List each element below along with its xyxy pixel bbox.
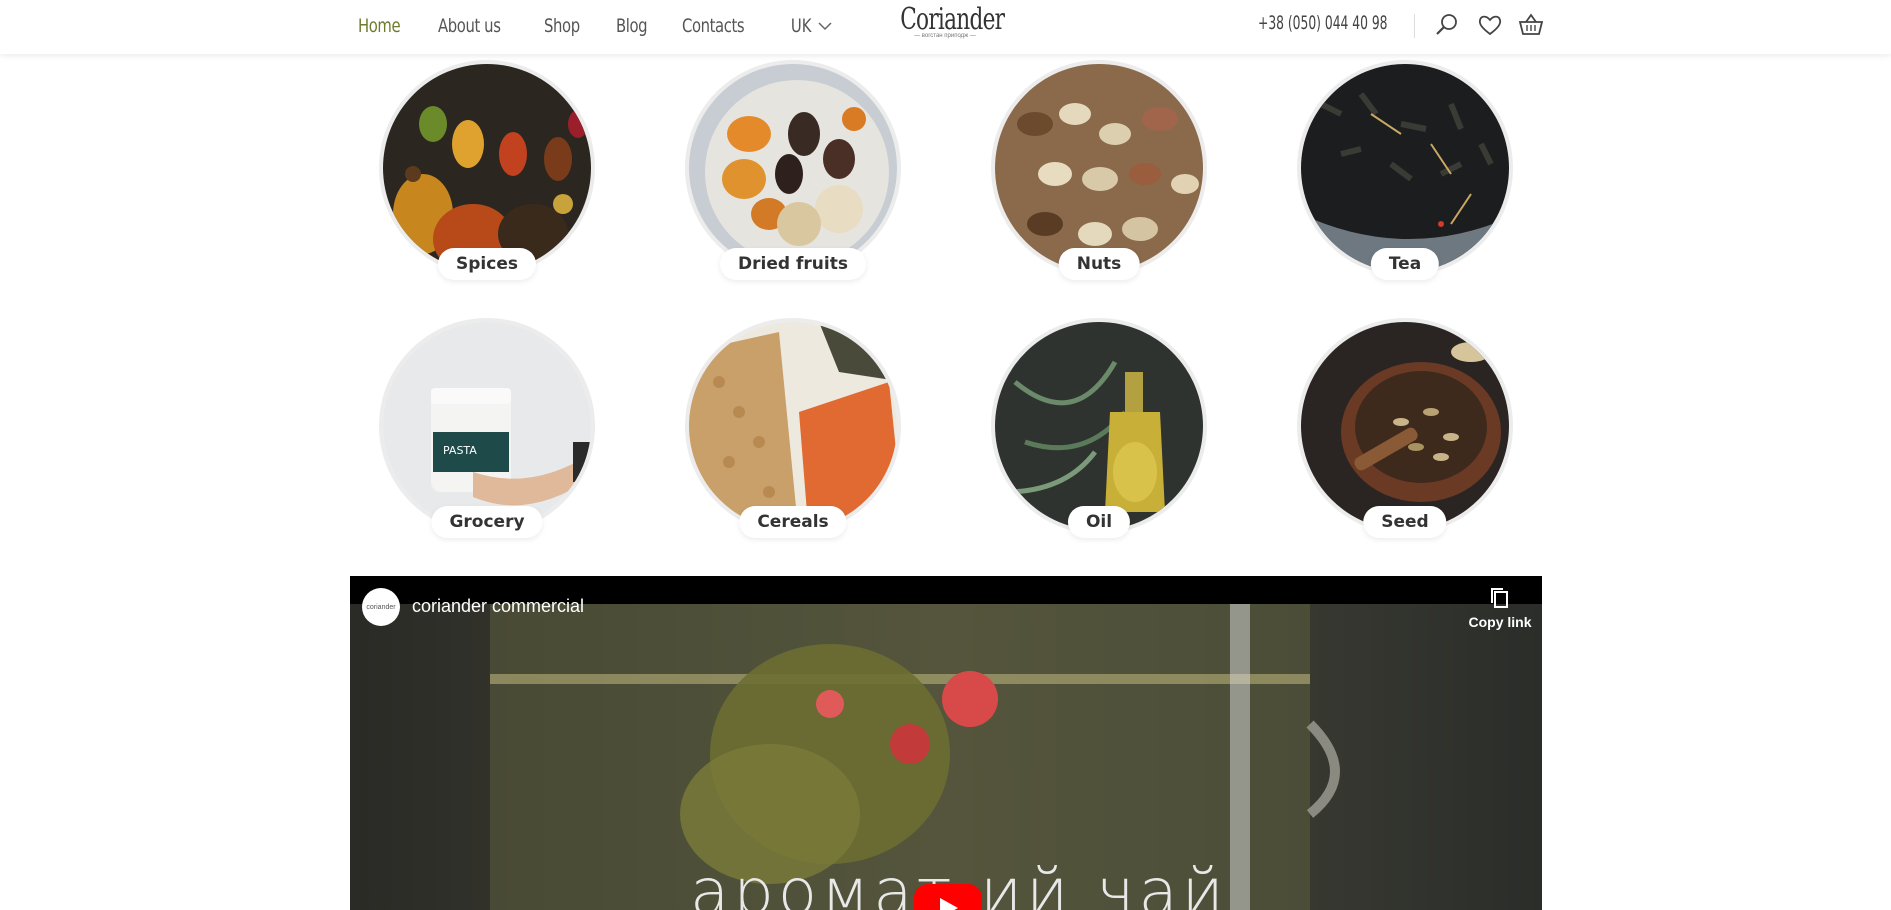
logo-name: Coriander (900, 2, 1005, 37)
play-button[interactable] (914, 884, 982, 910)
nav-home-link[interactable]: Home (358, 15, 401, 37)
category-seed[interactable]: Seed (1297, 318, 1513, 538)
category-oil[interactable]: Oil (991, 318, 1207, 538)
category-label: Seed (1363, 506, 1447, 538)
header-divider (1414, 14, 1415, 38)
channel-avatar[interactable]: coriander (362, 588, 400, 626)
grocery-image: PASTA (379, 318, 595, 534)
cereals-image (685, 318, 901, 534)
chevron-down-icon (818, 22, 832, 31)
tea-image (1297, 60, 1513, 276)
play-icon (940, 898, 958, 910)
search-icon[interactable] (1434, 12, 1460, 38)
video-title[interactable]: coriander commercial (412, 596, 584, 617)
category-cereals[interactable]: Cereals (685, 318, 901, 538)
category-label: Grocery (431, 506, 543, 538)
category-tea[interactable]: Tea (1297, 60, 1513, 280)
nuts-image (991, 60, 1207, 276)
category-label: Dried fruits (720, 248, 866, 280)
site-logo[interactable]: Coriander — вогстан приподж — (880, 2, 1010, 39)
category-spices[interactable]: Spices (379, 60, 595, 280)
seed-image (1297, 318, 1513, 534)
nav-contacts-link[interactable]: Contacts (682, 15, 745, 37)
category-dried-fruits[interactable]: Dried fruits (685, 60, 901, 280)
category-label: Tea (1370, 248, 1440, 280)
category-grocery[interactable]: PASTA Grocery (379, 318, 595, 538)
oil-image (991, 318, 1207, 534)
copy-icon (1491, 588, 1508, 608)
basket-icon[interactable] (1518, 12, 1544, 38)
heart-icon[interactable] (1477, 12, 1503, 38)
nav-shop-link[interactable]: Shop (544, 15, 580, 37)
site-header: Home About us Shop Blog Contacts UK Cori… (0, 0, 1891, 54)
main-nav: Home About us Shop Blog Contacts UK (358, 8, 832, 44)
language-label: UK (790, 15, 812, 37)
dried-fruits-image (685, 60, 901, 276)
category-label: Spices (438, 248, 536, 280)
nav-about-link[interactable]: About us (438, 15, 501, 37)
svg-text:PASTA: PASTA (443, 444, 477, 457)
category-nuts[interactable]: Nuts (991, 60, 1207, 280)
copy-link-label: Copy link (1468, 614, 1532, 630)
video-player[interactable]: coriander coriander commercial Copy link… (350, 576, 1542, 910)
phone-number[interactable]: +38 (050) 044 40 98 (1258, 12, 1387, 34)
category-label: Cereals (739, 506, 847, 538)
category-label: Oil (1067, 506, 1131, 538)
nav-blog-link[interactable]: Blog (616, 15, 648, 37)
category-label: Nuts (1058, 248, 1140, 280)
spices-image (379, 60, 595, 276)
copy-link-button[interactable]: Copy link (1458, 586, 1542, 630)
language-selector[interactable]: UK (788, 8, 832, 44)
